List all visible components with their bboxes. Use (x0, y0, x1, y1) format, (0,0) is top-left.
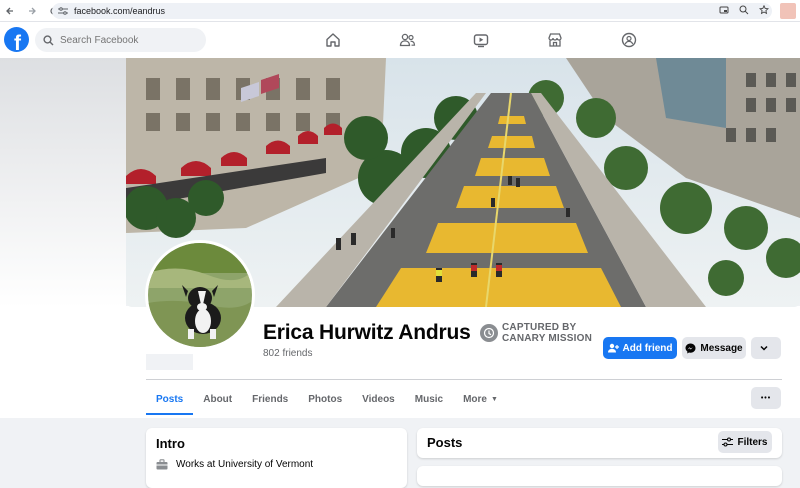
intro-card: Intro Works at University of Vermont (146, 428, 407, 488)
badge-line-1: CAPTURED BY (502, 322, 577, 333)
friends-count[interactable]: 802 friends (263, 348, 312, 359)
watch-icon[interactable] (444, 28, 518, 52)
site-settings-icon[interactable] (58, 7, 68, 15)
intro-work-item: Works at University of Vermont (156, 459, 313, 470)
add-friend-button[interactable]: Add friend (603, 337, 677, 359)
url-text: facebook.com/eandrus (74, 6, 166, 16)
profile-more-button[interactable]: ••• (751, 387, 781, 409)
search-box[interactable] (35, 28, 206, 52)
posts-title: Posts (427, 435, 463, 450)
intro-title: Intro (156, 436, 185, 451)
post-composer-card (417, 466, 782, 486)
tab-videos[interactable]: Videos (352, 384, 405, 415)
cast-icon[interactable] (718, 4, 730, 16)
search-icon (43, 34, 54, 45)
browser-toolbar: facebook.com/eandrus (0, 0, 800, 22)
bookmark-star-icon[interactable] (758, 4, 770, 16)
address-bar[interactable]: facebook.com/eandrus (52, 3, 772, 19)
tab-posts[interactable]: Posts (146, 384, 194, 415)
more-dots-icon: ••• (760, 394, 772, 402)
back-icon[interactable] (2, 3, 18, 19)
home-icon[interactable] (296, 28, 370, 52)
badge-line-2: CANARY MISSION (502, 333, 593, 344)
tab-friends[interactable]: Friends (242, 384, 298, 415)
search-input[interactable] (60, 34, 200, 46)
mutual-friends-placeholder (146, 354, 193, 370)
facebook-logo[interactable]: f (4, 27, 29, 52)
profile-avatar[interactable] (145, 240, 255, 350)
caret-down-icon: ▼ (491, 396, 498, 403)
filters-button[interactable]: Filters (718, 431, 772, 453)
browser-profile-avatar[interactable] (780, 3, 796, 19)
tab-more[interactable]: More ▼ (453, 384, 508, 415)
message-button[interactable]: Message (682, 337, 746, 359)
tab-music[interactable]: Music (405, 384, 453, 415)
filters-icon (722, 437, 734, 447)
posts-header-card: Posts Filters (417, 428, 782, 458)
cover-side-gradient (0, 58, 126, 308)
zoom-icon[interactable] (738, 4, 750, 16)
tab-about[interactable]: About (193, 384, 242, 415)
forward-icon[interactable] (24, 3, 40, 19)
marketplace-icon[interactable] (518, 28, 592, 52)
captured-badge: CAPTURED BY CANARY MISSION (480, 322, 592, 344)
top-navigation (296, 28, 666, 52)
facebook-header: f (0, 22, 800, 58)
tab-photos[interactable]: Photos (298, 384, 352, 415)
profile-tabs: Posts About Friends Photos Videos Music … (146, 384, 508, 415)
briefcase-icon (156, 459, 168, 470)
more-options-dropdown[interactable] (751, 337, 781, 359)
chevron-down-icon (760, 345, 768, 351)
tabs-divider (146, 379, 782, 380)
groups-icon[interactable] (592, 28, 666, 52)
messenger-icon (685, 343, 696, 353)
friends-icon[interactable] (370, 28, 444, 52)
profile-name: Erica Hurwitz Andrus (263, 321, 471, 344)
add-person-icon (607, 343, 619, 353)
stamp-icon (480, 324, 498, 342)
